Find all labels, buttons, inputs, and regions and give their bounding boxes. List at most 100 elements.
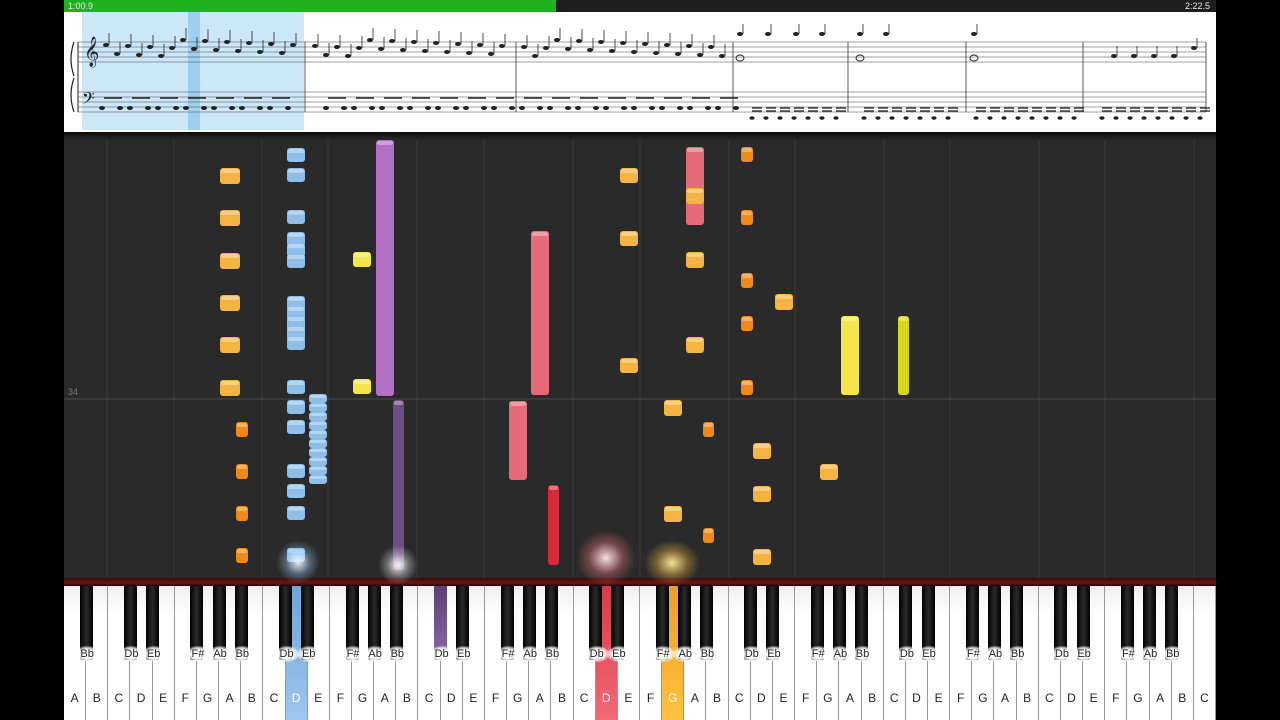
falling-note xyxy=(775,294,793,310)
sheet-whole-note xyxy=(855,54,865,62)
sheet-note xyxy=(575,106,581,110)
bass-clef: 𝄢 xyxy=(82,88,95,112)
song-progress-fill xyxy=(64,0,556,12)
falling-note xyxy=(741,273,753,288)
brace xyxy=(70,41,75,113)
sheet-note xyxy=(453,106,459,110)
song-progress-bar[interactable]: 1:00.9 2:22.5 xyxy=(64,0,1216,12)
white-key-label: D xyxy=(291,691,301,705)
roll-divider xyxy=(64,132,1216,140)
white-key-label: E xyxy=(934,691,943,705)
sheet-note xyxy=(1001,116,1007,120)
sheet-note xyxy=(290,43,296,47)
falling-note xyxy=(220,168,240,184)
sheet-note xyxy=(931,116,937,120)
falling-note xyxy=(620,168,638,183)
falling-note xyxy=(309,421,327,430)
white-key-label: C xyxy=(579,691,589,705)
sheet-note xyxy=(777,116,783,120)
black-key-label: Eb xyxy=(296,646,321,662)
sheet-note xyxy=(345,54,351,58)
playback-cursor xyxy=(188,12,200,130)
falling-notes-canvas xyxy=(64,140,1216,578)
falling-note xyxy=(820,464,838,480)
sheet-music-staff: 𝄞𝄢 xyxy=(70,12,1210,130)
sheet-note xyxy=(889,116,895,120)
sheet-note xyxy=(543,46,549,50)
black-key-label: Db xyxy=(739,646,764,662)
falling-note xyxy=(664,506,682,522)
white-key-label: B xyxy=(713,691,722,705)
black-key-label: Ab xyxy=(673,646,698,662)
sheet-note xyxy=(593,106,599,110)
black-key-label: Ab xyxy=(828,646,853,662)
sheet-note xyxy=(883,32,889,36)
black-key-label: Bb xyxy=(695,646,720,662)
sheet-note xyxy=(499,44,505,48)
white-key[interactable]: C xyxy=(1193,586,1216,720)
white-key-label: G xyxy=(978,691,988,705)
sheet-note xyxy=(246,41,252,45)
sheet-note xyxy=(819,32,825,36)
piano-keyboard[interactable]: ABCDEFGABCDEFGABCDEFGABCDEFGABCDEFGABCDE… xyxy=(64,578,1216,720)
white-key-label: G xyxy=(1133,691,1143,705)
sheet-note xyxy=(224,40,230,44)
white-key-label: D xyxy=(446,691,456,705)
white-key-label: B xyxy=(247,691,256,705)
falling-notes-area: 34 xyxy=(64,140,1216,578)
white-key-label: E xyxy=(159,691,168,705)
black-key-label: F# xyxy=(1116,646,1141,662)
sheet-note xyxy=(659,106,665,110)
sheet-note xyxy=(532,54,538,58)
sheet-note xyxy=(158,54,164,58)
sheet-note xyxy=(400,48,406,52)
white-key-label: A xyxy=(380,691,389,705)
sheet-note xyxy=(351,106,357,110)
black-key-label: F# xyxy=(961,646,986,662)
sheet-note xyxy=(547,106,553,110)
sheet-note xyxy=(1141,116,1147,120)
falling-note xyxy=(753,486,771,502)
falling-note xyxy=(741,210,753,225)
keyboard-felt xyxy=(64,578,1216,586)
falling-note xyxy=(287,400,305,414)
sheet-note xyxy=(279,51,285,55)
sheet-note xyxy=(509,106,515,110)
falling-note xyxy=(686,147,704,225)
black-key-label: F# xyxy=(496,646,521,662)
sheet-note xyxy=(367,38,373,42)
black-key-label: Eb xyxy=(917,646,941,662)
sheet-note xyxy=(805,116,811,120)
sheet-note xyxy=(488,52,494,56)
sheet-note xyxy=(491,106,497,110)
sheet-note xyxy=(675,52,681,56)
sheet-music-panel: 𝄞 𝄢 xyxy=(64,12,1216,132)
sheet-note xyxy=(521,45,527,49)
falling-note xyxy=(686,337,704,353)
falling-note xyxy=(841,316,859,395)
sheet-note xyxy=(708,45,714,49)
falling-note xyxy=(620,231,638,246)
white-key-label: A xyxy=(845,691,854,705)
white-key-label: B xyxy=(868,691,877,705)
sheet-note xyxy=(155,106,161,110)
sheet-note xyxy=(312,44,318,48)
sheet-note xyxy=(356,46,362,50)
sheet-note xyxy=(1169,116,1175,120)
sheet-note xyxy=(973,116,979,120)
sheet-note xyxy=(715,106,721,110)
sheet-note xyxy=(565,47,571,51)
sheet-note xyxy=(664,43,670,47)
note-hit-glow xyxy=(378,545,418,585)
sheet-note xyxy=(1197,116,1203,120)
sheet-note xyxy=(875,116,881,120)
sheet-note xyxy=(1029,116,1035,120)
falling-note xyxy=(686,188,704,204)
sheet-note xyxy=(125,44,131,48)
white-key-label: D xyxy=(1067,691,1076,705)
falling-note xyxy=(376,140,394,396)
falling-note xyxy=(287,380,305,394)
sheet-note xyxy=(136,53,142,57)
white-key-label: F xyxy=(801,691,810,705)
treble-clef: 𝄞 xyxy=(84,36,99,68)
